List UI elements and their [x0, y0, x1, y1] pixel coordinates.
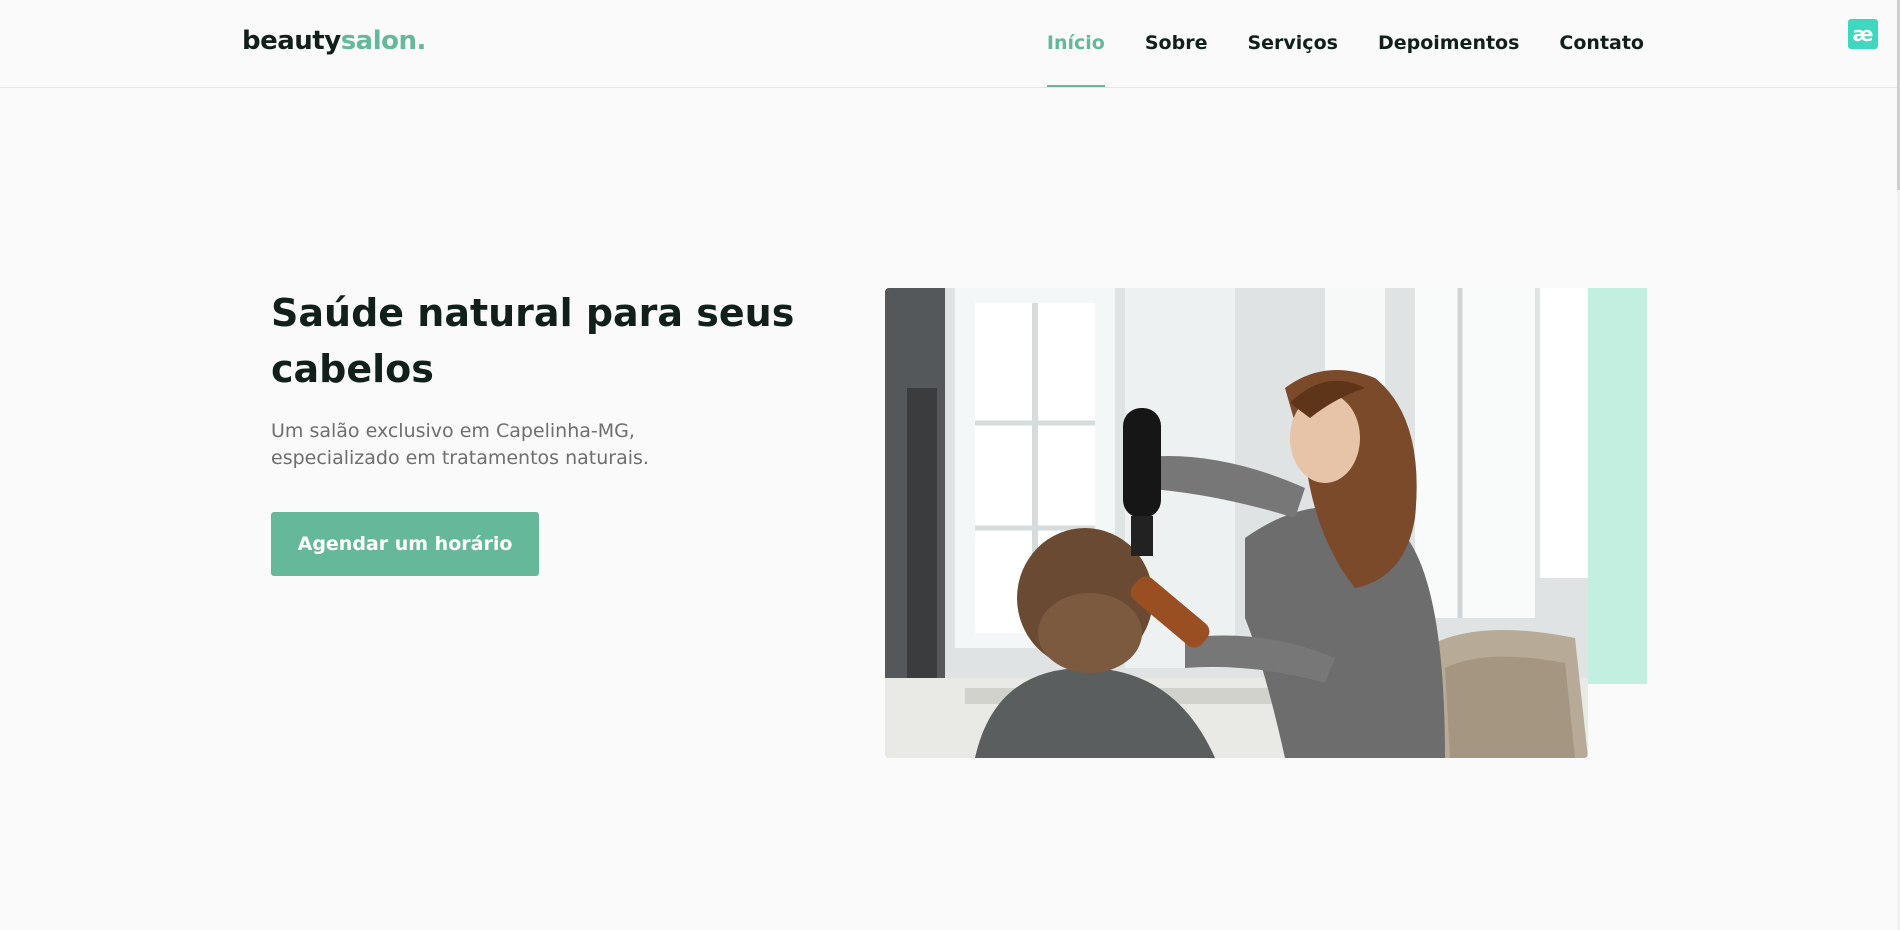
site-header: beautysalon. Início Sobre Serviços Depoi… [0, 0, 1897, 88]
nav-item-inicio[interactable]: Início [1046, 0, 1105, 87]
nav-item-servicos[interactable]: Serviços [1247, 0, 1337, 87]
nav-item-depoimentos[interactable]: Depoimentos [1378, 0, 1519, 87]
extension-icon[interactable]: æ [1848, 19, 1878, 49]
brand-logo[interactable]: beautysalon. [242, 26, 426, 56]
hero-image [885, 288, 1588, 758]
salon-photo-icon [885, 288, 1588, 758]
hero-title: Saúde natural para seus cabelos [271, 291, 795, 391]
schedule-button[interactable]: Agendar um horário [271, 512, 539, 576]
nav-item-contato[interactable]: Contato [1559, 0, 1644, 87]
brand-logo-part2: salon. [340, 26, 427, 56]
hero-subtitle: Um salão exclusivo em Capelinha-MG, espe… [271, 420, 649, 469]
main-nav: Início Sobre Serviços Depoimentos Contat… [1007, 0, 1644, 87]
hero-accent-block [1588, 288, 1647, 684]
brand-logo-part1: beauty [242, 26, 341, 56]
nav-item-sobre[interactable]: Sobre [1145, 0, 1208, 87]
